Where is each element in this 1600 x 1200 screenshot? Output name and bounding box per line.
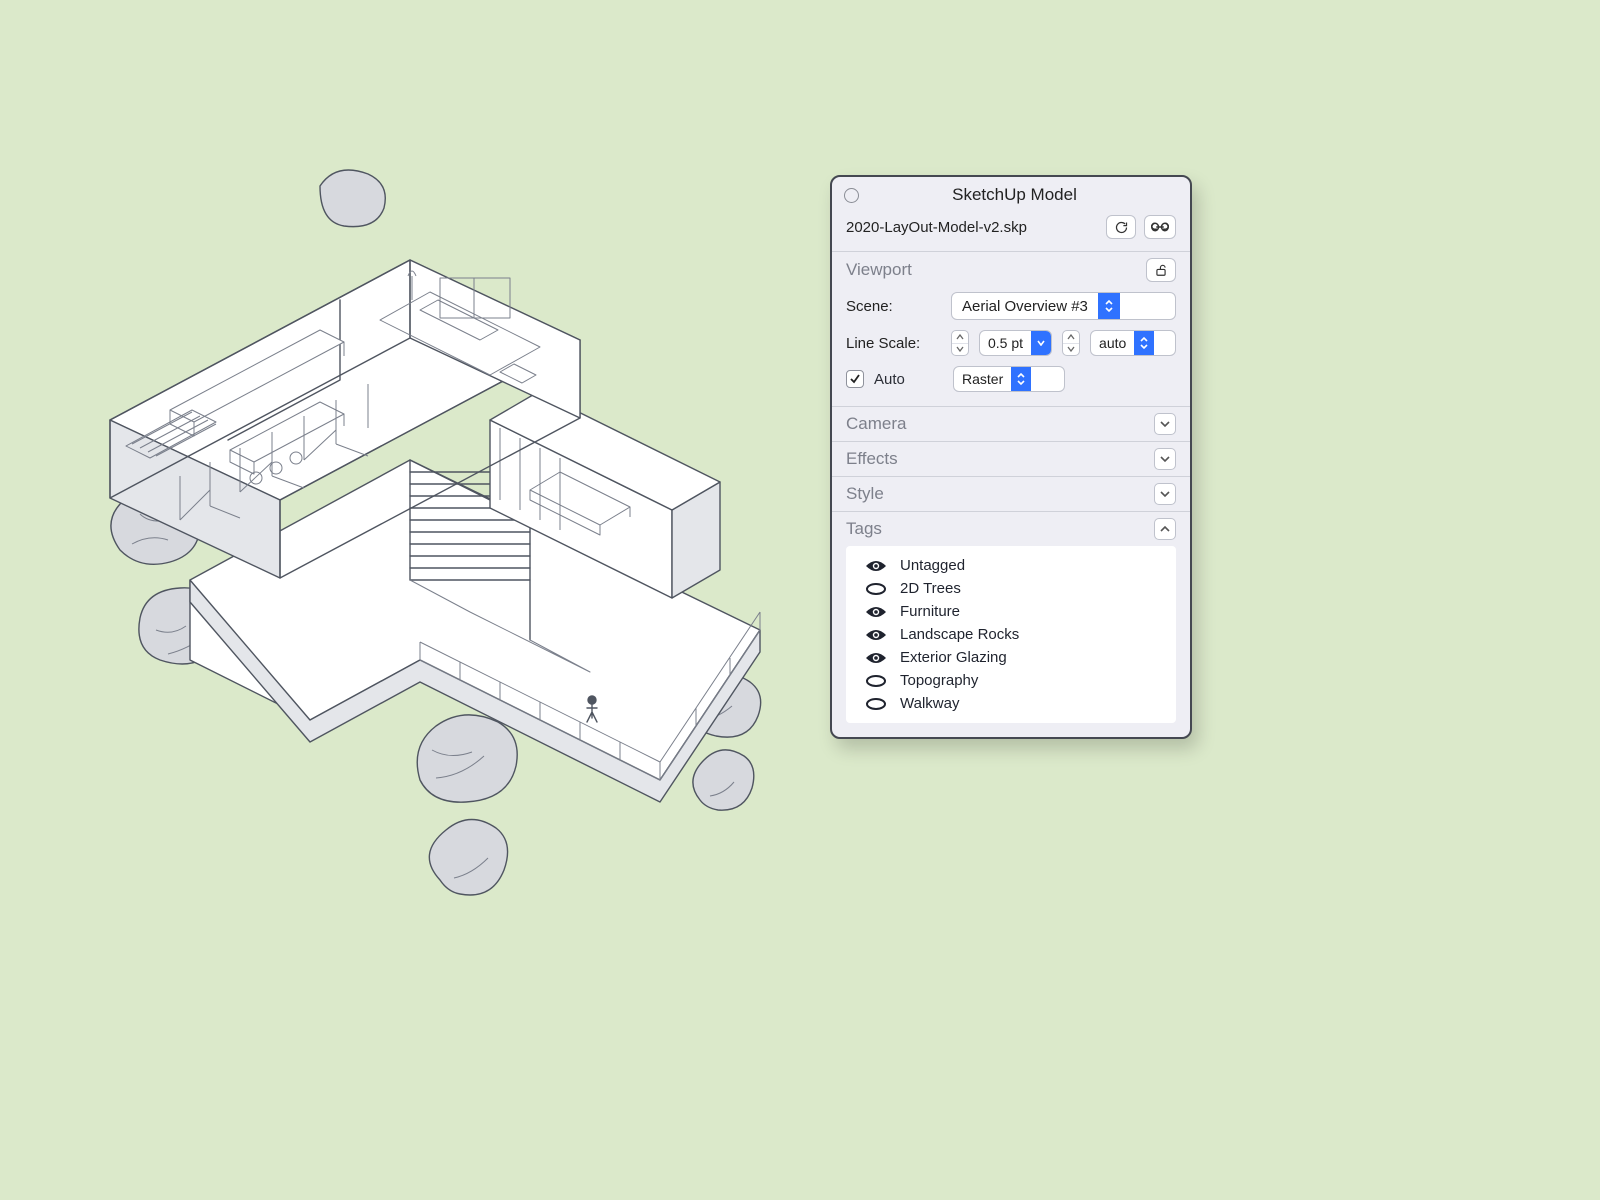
sketchup-model-panel: SketchUp Model 2020-LayOut-Model-v2.skp …: [830, 175, 1192, 739]
chevron-up-icon: [1154, 518, 1176, 540]
model-viewport-illustration: .ln { fill: none; stroke: #4f5560; strok…: [60, 160, 800, 980]
tag-row[interactable]: Walkway: [846, 692, 1176, 715]
eye-visible-icon[interactable]: [864, 559, 888, 573]
refresh-icon: [1114, 220, 1129, 235]
tags-section-label: Tags: [846, 519, 882, 539]
eye-hidden-icon[interactable]: [864, 697, 888, 711]
tag-row[interactable]: Topography: [846, 669, 1176, 692]
eye-hidden-icon[interactable]: [864, 582, 888, 596]
tags-list: Untagged 2D Trees Furniture Landscape Rocks…: [846, 546, 1176, 723]
auto-render-label: Auto: [874, 371, 943, 388]
line-scale-value: 0.5 pt: [980, 331, 1031, 355]
scene-select-value: Aerial Overview #3: [952, 293, 1098, 319]
camera-section-header[interactable]: Camera: [832, 406, 1190, 441]
eye-hidden-icon[interactable]: [864, 674, 888, 688]
render-mode-value: Raster: [954, 367, 1011, 391]
effects-section-header[interactable]: Effects: [832, 441, 1190, 476]
viewport-lock-button[interactable]: [1146, 258, 1176, 282]
eye-visible-icon[interactable]: [864, 628, 888, 642]
eye-visible-icon[interactable]: [864, 605, 888, 619]
render-mode-select[interactable]: Raster: [953, 366, 1065, 392]
line-scale-select[interactable]: 0.5 pt: [979, 330, 1052, 356]
chevron-down-icon: [1154, 483, 1176, 505]
camera-section-label: Camera: [846, 414, 906, 434]
tag-label: Untagged: [900, 557, 965, 574]
stepper-down-icon: [1063, 344, 1079, 356]
tag-label: Walkway: [900, 695, 959, 712]
panel-title: SketchUp Model: [851, 185, 1178, 205]
stepper-up-icon: [952, 331, 968, 344]
tag-row[interactable]: Untagged: [846, 554, 1176, 577]
select-caret-icon: [1134, 331, 1154, 355]
line-scale-label: Line Scale:: [846, 335, 941, 352]
select-caret-icon: [1011, 367, 1031, 391]
tag-label: Furniture: [900, 603, 960, 620]
tags-section-header[interactable]: Tags: [832, 511, 1190, 546]
render-row: Auto Raster: [846, 366, 1176, 392]
line-scale-row: Line Scale: 0.5 pt auto: [846, 330, 1176, 356]
tag-row[interactable]: Furniture: [846, 600, 1176, 623]
viewport-header-row: Viewport: [846, 258, 1176, 282]
select-caret-icon: [1098, 293, 1120, 319]
panel-file-row: 2020-LayOut-Model-v2.skp: [832, 211, 1190, 251]
stepper-up-icon: [1063, 331, 1079, 344]
tag-label: 2D Trees: [900, 580, 961, 597]
style-section-label: Style: [846, 484, 884, 504]
link-icon: [1151, 221, 1169, 233]
scene-label: Scene:: [846, 298, 941, 315]
tag-row[interactable]: Exterior Glazing: [846, 646, 1176, 669]
line-scale-stepper-right[interactable]: [1062, 330, 1080, 356]
tag-row[interactable]: 2D Trees: [846, 577, 1176, 600]
scene-select[interactable]: Aerial Overview #3: [951, 292, 1176, 320]
tag-label: Landscape Rocks: [900, 626, 1019, 643]
chevron-down-icon: [1154, 413, 1176, 435]
line-scale-secondary-select[interactable]: auto: [1090, 330, 1176, 356]
style-section-header[interactable]: Style: [832, 476, 1190, 511]
check-icon: [849, 373, 861, 385]
line-scale-stepper-left[interactable]: [951, 330, 969, 356]
effects-section-label: Effects: [846, 449, 898, 469]
viewport-section-label: Viewport: [846, 260, 912, 280]
eye-visible-icon[interactable]: [864, 651, 888, 665]
scene-row: Scene: Aerial Overview #3: [846, 292, 1176, 320]
select-caret-icon: [1031, 331, 1051, 355]
unlock-icon: [1154, 263, 1168, 277]
model-filename: 2020-LayOut-Model-v2.skp: [846, 219, 1098, 236]
relink-model-button[interactable]: [1144, 215, 1176, 239]
stepper-down-icon: [952, 344, 968, 356]
chevron-down-icon: [1154, 448, 1176, 470]
tag-label: Topography: [900, 672, 978, 689]
tag-label: Exterior Glazing: [900, 649, 1007, 666]
line-scale-secondary-value: auto: [1091, 331, 1134, 355]
tag-row[interactable]: Landscape Rocks: [846, 623, 1176, 646]
auto-render-checkbox[interactable]: [846, 370, 864, 388]
panel-titlebar: SketchUp Model: [832, 177, 1190, 211]
viewport-section: Viewport Scene: Aerial Overview #3 Line …: [832, 251, 1190, 406]
reload-model-button[interactable]: [1106, 215, 1136, 239]
